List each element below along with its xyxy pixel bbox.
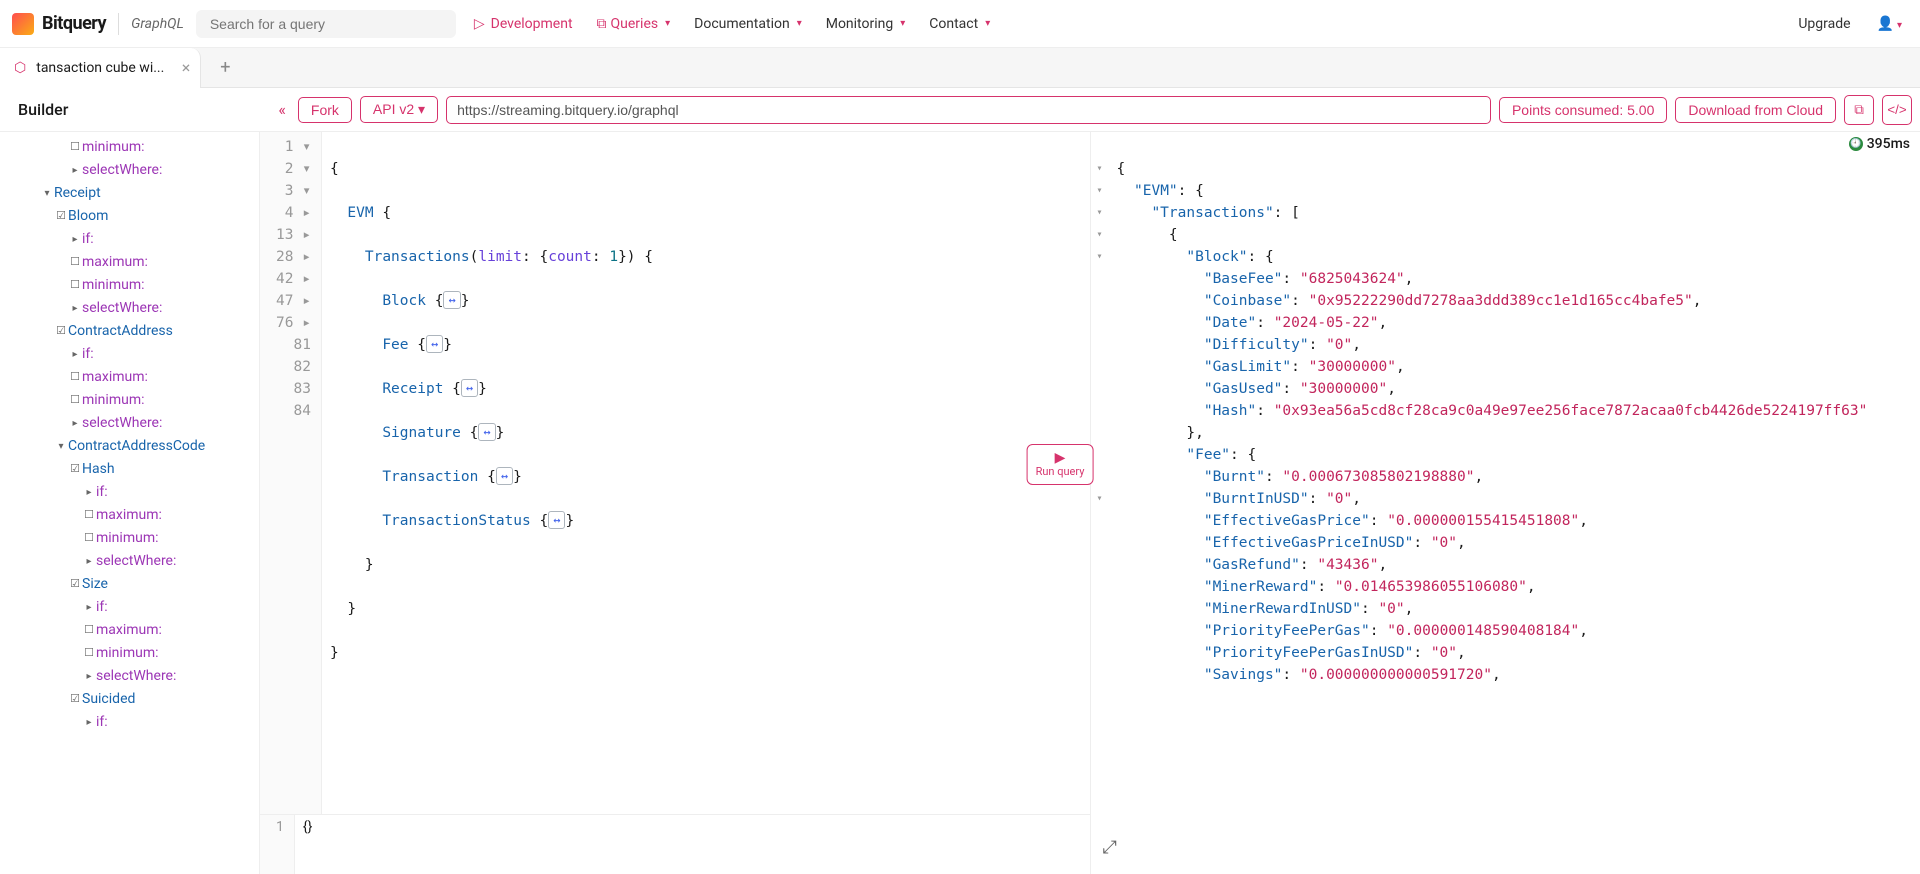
tree-maximum[interactable]: ☐maximum: <box>4 504 259 527</box>
fold-icon[interactable]: ↔ <box>461 379 478 397</box>
tree-hash[interactable]: ☑Hash <box>4 458 259 481</box>
tree-minimum[interactable]: ☐minimum: <box>4 389 259 412</box>
code-body[interactable]: { EVM { Transactions(limit: {count: 1}) … <box>322 132 661 814</box>
close-icon[interactable]: × <box>182 58 191 77</box>
tree-minimum[interactable]: ☐minimum: <box>4 274 259 297</box>
nav-development[interactable]: Development <box>468 12 579 36</box>
results-code[interactable]: ▾▾▾▾▾ ▾ { "EVM": { "Transactions": [ { "… <box>1091 132 1920 874</box>
variables-area[interactable]: 1 {} <box>260 814 1090 874</box>
logo-area: Bitquery <box>12 13 106 35</box>
tree-bloom[interactable]: ☑Bloom <box>4 205 259 228</box>
tree-selectwhere[interactable]: ▸selectWhere: <box>4 412 259 435</box>
editor-wrap: 1 ▾ 2 ▾ 3 ▾ 4 ▸ 13 ▸ 28 ▸ 42 ▸ 47 ▸ 76 ▸… <box>260 132 1920 874</box>
top-nav: Bitquery GraphQL Development ⧉ Queries D… <box>0 0 1920 48</box>
tree-minimum[interactable]: ☐minimum: <box>4 136 259 159</box>
main-area: ☐minimum: ▸selectWhere: ▾Receipt ☑Bloom … <box>0 132 1920 874</box>
tab-active[interactable]: ⬡ tansaction cube wi... × <box>0 48 201 88</box>
tree-if[interactable]: ▸if: <box>4 343 259 366</box>
fold-icon[interactable]: ↔ <box>548 511 565 529</box>
tab-bar: ⬡ tansaction cube wi... × + <box>0 48 1920 88</box>
tree-selectwhere[interactable]: ▸selectWhere: <box>4 159 259 182</box>
tree-if[interactable]: ▸if: <box>4 596 259 619</box>
download-cloud-button[interactable]: Download from Cloud <box>1675 97 1836 123</box>
graphql-icon: ⬡ <box>14 60 26 76</box>
nav-contact[interactable]: Contact <box>923 12 996 36</box>
tree-selectwhere[interactable]: ▸selectWhere: <box>4 297 259 320</box>
user-menu-icon[interactable]: 👤 <box>1871 12 1908 36</box>
expand-icon[interactable]: ⤢ <box>1103 837 1117 858</box>
results-body: { "EVM": { "Transactions": [ { "Block": … <box>1109 132 1876 874</box>
fork-button[interactable]: Fork <box>298 97 352 123</box>
tab-add-button[interactable]: + <box>209 57 241 78</box>
results-panel: 🕘 395ms ⤢ ▾▾▾▾▾ ▾ { "EVM": { "Transactio… <box>1091 132 1920 874</box>
divider <box>118 13 119 35</box>
tree-minimum[interactable]: ☐minimum: <box>4 642 259 665</box>
tab-title: tansaction cube wi... <box>36 60 164 76</box>
tree-if[interactable]: ▸if: <box>4 711 259 734</box>
tree-receipt[interactable]: ▾Receipt <box>4 182 259 205</box>
tree-if[interactable]: ▸if: <box>4 481 259 504</box>
upgrade-link[interactable]: Upgrade <box>1790 12 1858 36</box>
nav-queries[interactable]: ⧉ Queries <box>591 12 677 36</box>
tree-minimum[interactable]: ☐minimum: <box>4 527 259 550</box>
share-icon[interactable]: ⧉ <box>1844 95 1874 125</box>
tree-selectwhere[interactable]: ▸selectWhere: <box>4 550 259 573</box>
endpoint-url-input[interactable] <box>446 96 1491 124</box>
query-editor: 1 ▾ 2 ▾ 3 ▾ 4 ▸ 13 ▸ 28 ▸ 42 ▸ 47 ▸ 76 ▸… <box>260 132 1091 874</box>
search-input[interactable] <box>196 10 456 38</box>
line-gutter: 1 ▾ 2 ▾ 3 ▾ 4 ▸ 13 ▸ 28 ▸ 42 ▸ 47 ▸ 76 ▸… <box>260 132 322 814</box>
graphql-label[interactable]: GraphQL <box>131 16 184 32</box>
tree-contractaddresscode[interactable]: ▾ContractAddressCode <box>4 435 259 458</box>
play-icon: ▶ <box>1036 451 1085 465</box>
points-consumed[interactable]: Points consumed: 5.00 <box>1499 97 1667 123</box>
fold-icon[interactable]: ↔ <box>426 335 443 353</box>
api-version-select[interactable]: API v2 ▾ <box>360 96 438 123</box>
fold-icon[interactable]: ↔ <box>478 423 495 441</box>
run-query-button[interactable]: ▶ Run query <box>1027 444 1094 485</box>
tree-size[interactable]: ☑Size <box>4 573 259 596</box>
toolbar: Builder « Fork API v2 ▾ Points consumed:… <box>0 88 1920 132</box>
tree-maximum[interactable]: ☐maximum: <box>4 619 259 642</box>
nav-monitoring[interactable]: Monitoring <box>820 12 912 36</box>
timing-badge: 🕘 395ms <box>1849 136 1910 152</box>
tree-contractaddress[interactable]: ☑ContractAddress <box>4 320 259 343</box>
builder-sidebar[interactable]: ☐minimum: ▸selectWhere: ▾Receipt ☑Bloom … <box>0 132 260 874</box>
code-icon[interactable]: </> <box>1882 95 1912 125</box>
builder-label: Builder <box>8 100 78 119</box>
result-gutter: ▾▾▾▾▾ ▾ <box>1091 132 1109 874</box>
tree-suicided[interactable]: ☑Suicided <box>4 688 259 711</box>
tree-selectwhere[interactable]: ▸selectWhere: <box>4 665 259 688</box>
nav-documentation[interactable]: Documentation <box>688 12 808 36</box>
brand-name: Bitquery <box>42 13 106 34</box>
fold-icon[interactable]: ↔ <box>496 467 513 485</box>
logo-icon <box>12 13 34 35</box>
tree-if[interactable]: ▸if: <box>4 228 259 251</box>
tree-maximum[interactable]: ☐maximum: <box>4 366 259 389</box>
code-area[interactable]: 1 ▾ 2 ▾ 3 ▾ 4 ▸ 13 ▸ 28 ▸ 42 ▸ 47 ▸ 76 ▸… <box>260 132 1090 814</box>
tree-maximum[interactable]: ☐maximum: <box>4 251 259 274</box>
clock-icon: 🕘 <box>1849 137 1863 151</box>
collapse-sidebar-icon[interactable]: « <box>274 100 290 119</box>
fold-icon[interactable]: ↔ <box>443 291 460 309</box>
